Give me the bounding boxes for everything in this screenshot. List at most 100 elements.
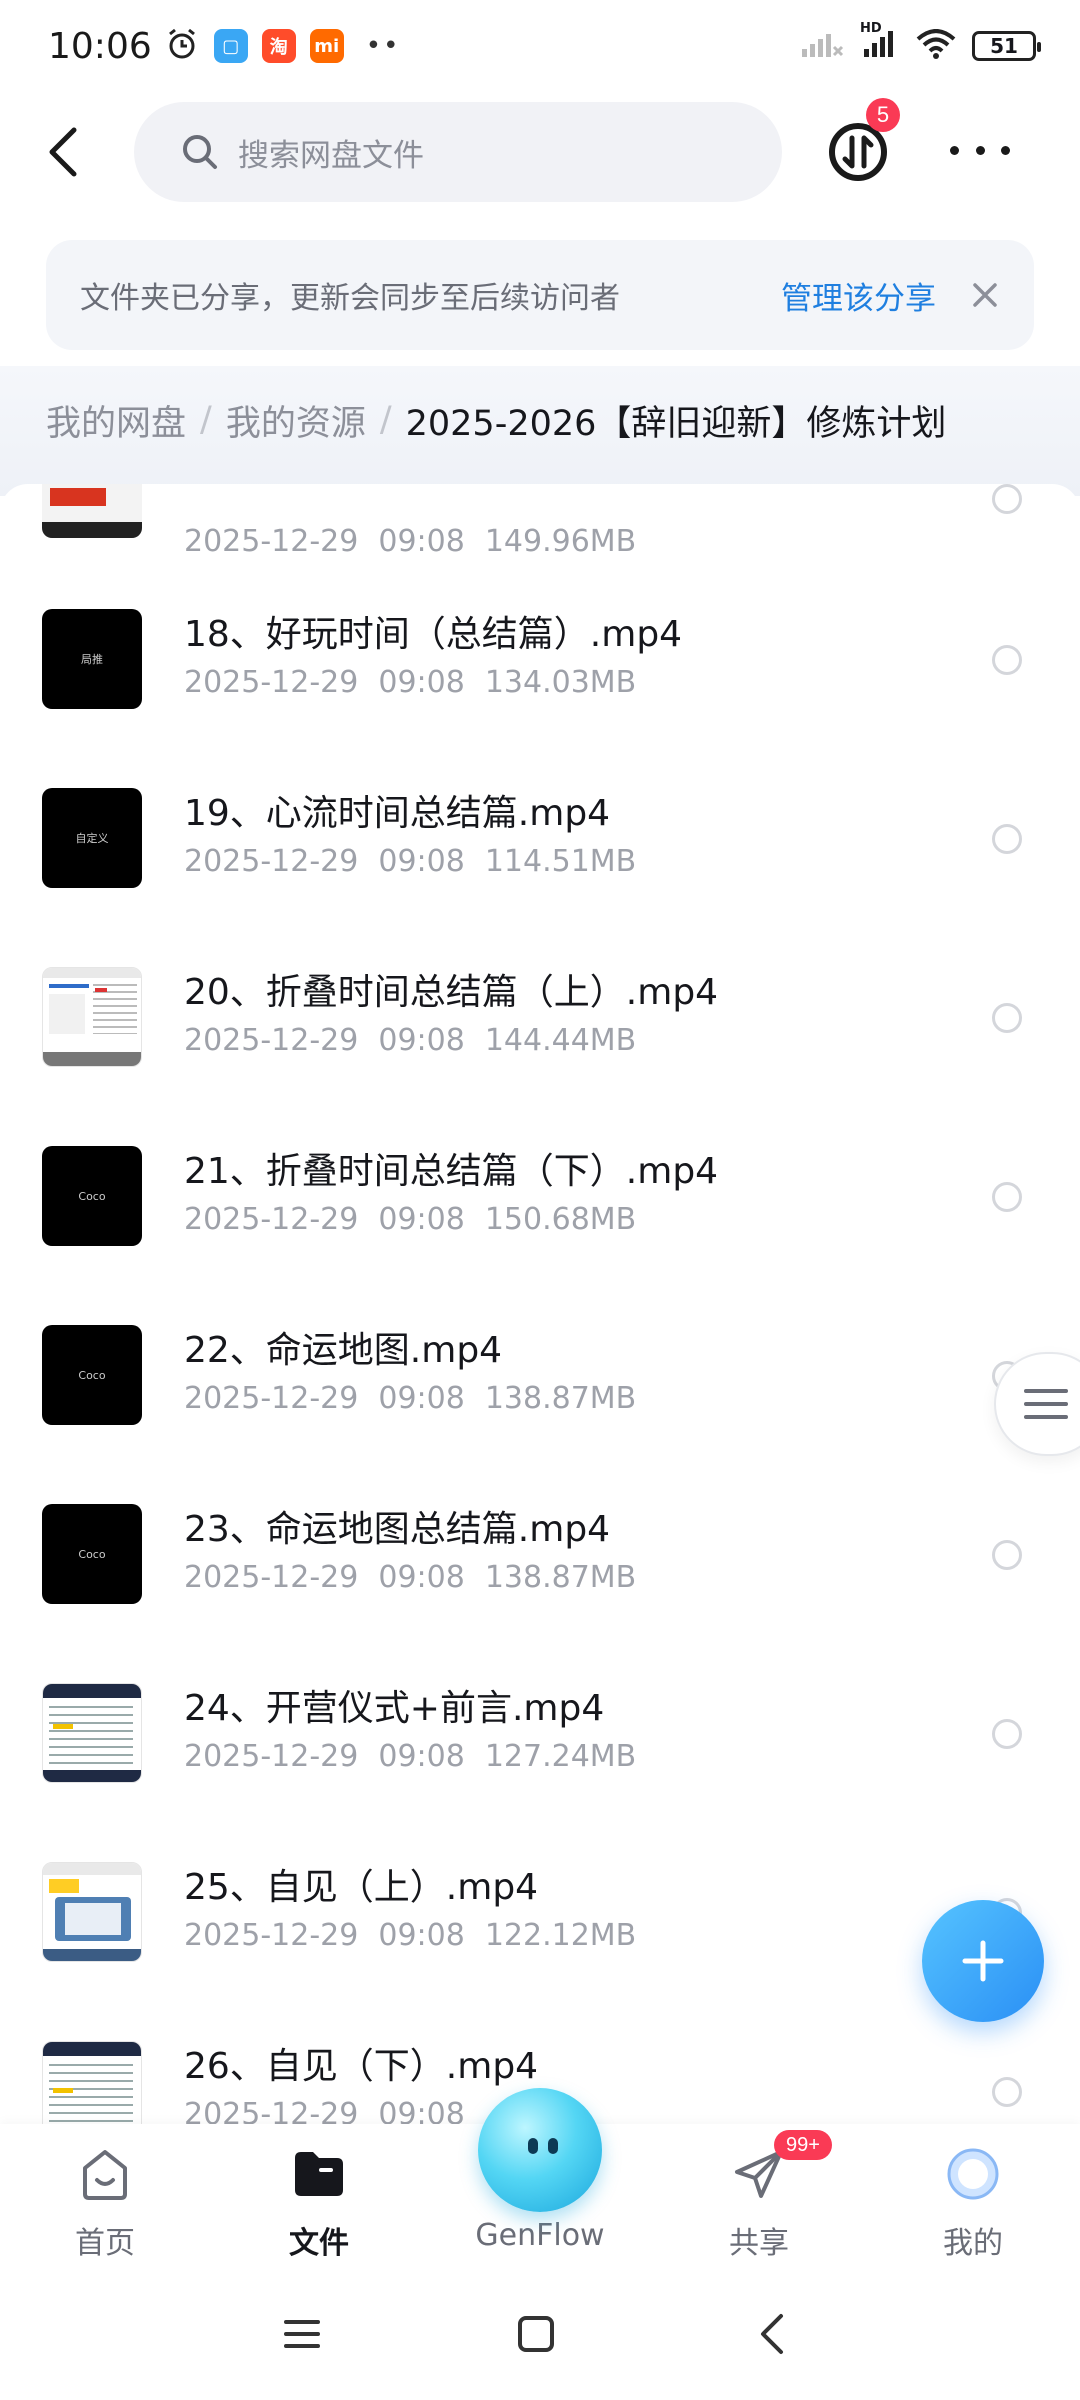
orb-eye	[528, 2138, 538, 2154]
file-row[interactable]: 20、折叠时间总结篇（上）.mp4 2025-12-29 09:08 144.44M…	[0, 933, 1080, 1112]
file-size: 127.24MB	[484, 1739, 637, 1774]
breadcrumb-current-folder: 2025-2026【辞旧迎新】修炼计划	[405, 403, 947, 444]
tab-label: 我的	[943, 2226, 1003, 2261]
file-row[interactable]: Coco 21、折叠时间总结篇（下）.mp4 2025-12-29 09:08 15…	[0, 1112, 1080, 1291]
file-thumbnail: Coco	[42, 1325, 142, 1425]
tab-files[interactable]: 文件	[244, 2124, 394, 2274]
menu-line-icon	[1024, 1402, 1068, 1406]
file-meta: 2025-12-29 09:08 127.24MB	[184, 1739, 636, 1774]
file-thumbnail	[42, 484, 142, 538]
file-date: 2025-12-29	[184, 1023, 359, 1058]
close-notice-button[interactable]	[970, 280, 1000, 310]
dot-icon	[1001, 145, 1010, 155]
mi-notification-icon: mi	[309, 29, 344, 63]
file-meta: 2025-12-29 09:08 144.44MB	[184, 1023, 636, 1058]
folder-icon	[295, 2152, 343, 2196]
status-bar: 10:06 ▢ 淘 mi •• HD 51	[0, 0, 1080, 92]
tab-share[interactable]: 99+ 共享	[684, 2124, 834, 2274]
dot-icon	[950, 145, 959, 155]
file-name: 19、心流时间总结篇.mp4	[184, 793, 611, 834]
file-row[interactable]: Coco 23、命运地图总结篇.mp4 2025-12-29 09:08 138.8…	[0, 1470, 1080, 1649]
file-name: 25、自见（上）.mp4	[184, 1867, 539, 1908]
menu-line-icon	[1024, 1389, 1068, 1393]
file-time: 09:08	[378, 1739, 465, 1774]
file-thumbnail	[42, 1862, 142, 1962]
file-size: 138.87MB	[484, 1560, 637, 1595]
status-time: 10:06	[48, 25, 152, 67]
file-meta: 2025-12-29 09:08 134.03MB	[184, 665, 636, 700]
search-input[interactable]: 搜索网盘文件	[134, 102, 782, 202]
wifi-icon	[916, 29, 956, 63]
file-meta: 2025-12-29 09:08 122.12MB	[184, 1918, 636, 1953]
select-radio[interactable]	[992, 484, 1022, 514]
select-radio[interactable]	[992, 824, 1022, 854]
tab-profile[interactable]: 我的	[898, 2124, 1048, 2274]
file-meta: 2025-12-29 09:08 138.87MB	[184, 1381, 636, 1416]
tab-home[interactable]: 首页	[30, 2124, 180, 2274]
file-name: 24、开营仪式+前言.mp4	[184, 1688, 605, 1729]
header: 搜索网盘文件 5	[0, 98, 1080, 204]
breadcrumb-item-my-resources[interactable]: 我的资源	[226, 395, 366, 446]
close-icon	[973, 283, 997, 307]
genflow-orb-icon[interactable]	[478, 2088, 602, 2212]
file-thumbnail: 局推	[42, 609, 142, 709]
app-notification-icon: ▢	[213, 29, 248, 63]
file-thumbnail	[42, 967, 142, 1067]
add-button[interactable]	[922, 1900, 1044, 2022]
battery-indicator: 51	[972, 31, 1041, 61]
file-name: 21、折叠时间总结篇（下）.mp4	[184, 1151, 719, 1192]
file-date: 2025-12-29	[184, 665, 359, 700]
file-row[interactable]: Coco 22、命运地图.mp4 2025-12-29 09:08 138.87MB	[0, 1291, 1080, 1470]
file-date: 2025-12-29	[184, 2097, 359, 2124]
file-time: 09:08	[378, 1023, 465, 1058]
system-back-button[interactable]	[742, 2304, 802, 2364]
file-time: 09:08	[378, 524, 465, 559]
alarm-icon	[164, 26, 200, 66]
select-radio[interactable]	[992, 1003, 1022, 1033]
search-icon	[183, 135, 217, 169]
profile-icon	[947, 2148, 999, 2200]
taobao-notification-icon: 淘	[261, 29, 296, 63]
file-list: 2025-12-29 09:08 149.96MB 局推 18、好玩时间（总结篇）.…	[0, 484, 1080, 2124]
select-radio[interactable]	[992, 1719, 1022, 1749]
file-thumbnail: Coco	[42, 1504, 142, 1604]
file-row[interactable]: 2025-12-29 09:08 149.96MB	[0, 484, 1080, 575]
file-size: 150.68MB	[484, 1202, 637, 1237]
tab-label: GenFlow	[475, 2218, 605, 2253]
file-date: 2025-12-29	[184, 1381, 359, 1416]
more-options-button[interactable]	[950, 130, 1010, 170]
select-radio[interactable]	[992, 1540, 1022, 1570]
file-name: 18、好玩时间（总结篇）.mp4	[184, 614, 683, 655]
signal-weak-icon	[800, 29, 844, 63]
file-time: 09:08	[378, 1381, 465, 1416]
manage-share-link[interactable]: 管理该分享	[781, 273, 936, 318]
more-notifications-icon: ••	[365, 31, 401, 61]
file-row[interactable]: 自定义 19、心流时间总结篇.mp4 2025-12-29 09:08 114.51…	[0, 754, 1080, 933]
home-button[interactable]	[506, 2304, 566, 2364]
file-name: 20、折叠时间总结篇（上）.mp4	[184, 972, 719, 1013]
breadcrumb: 我的网盘 / 我的资源 / 2025-2026【辞旧迎新】修炼计划	[46, 390, 946, 450]
file-row[interactable]: 25、自见（上）.mp4 2025-12-29 09:08 122.12MB	[0, 1828, 1080, 2007]
select-radio[interactable]	[992, 645, 1022, 675]
file-date: 2025-12-29	[184, 524, 359, 559]
file-meta: 2025-12-29 09:08 149.96MB	[184, 524, 636, 559]
select-radio[interactable]	[992, 1182, 1022, 1212]
file-row[interactable]: 24、开营仪式+前言.mp4 2025-12-29 09:08 127.24MB	[0, 1649, 1080, 1828]
recent-apps-button[interactable]	[272, 2304, 332, 2364]
select-radio[interactable]	[992, 2077, 1022, 2107]
menu-line-icon	[1024, 1415, 1068, 1419]
file-row[interactable]: 局推 18、好玩时间（总结篇）.mp4 2025-12-29 09:08 134.0…	[0, 575, 1080, 754]
back-button[interactable]	[34, 122, 94, 182]
thumbnail-text: Coco	[78, 1368, 106, 1382]
transfer-button[interactable]: 5	[826, 98, 900, 184]
search-placeholder: 搜索网盘文件	[238, 137, 424, 174]
file-size: 149.96MB	[484, 524, 637, 559]
orb-eye	[548, 2138, 558, 2154]
file-name: 23、命运地图总结篇.mp4	[184, 1509, 611, 1550]
file-meta: 2025-12-29 09:08 138.87MB	[184, 1560, 636, 1595]
square-icon	[518, 2316, 554, 2352]
network-hd-label: HD	[860, 21, 882, 36]
breadcrumb-separator: /	[200, 400, 212, 440]
breadcrumb-item-my-drive[interactable]: 我的网盘	[46, 395, 186, 446]
file-date: 2025-12-29	[184, 1560, 359, 1595]
